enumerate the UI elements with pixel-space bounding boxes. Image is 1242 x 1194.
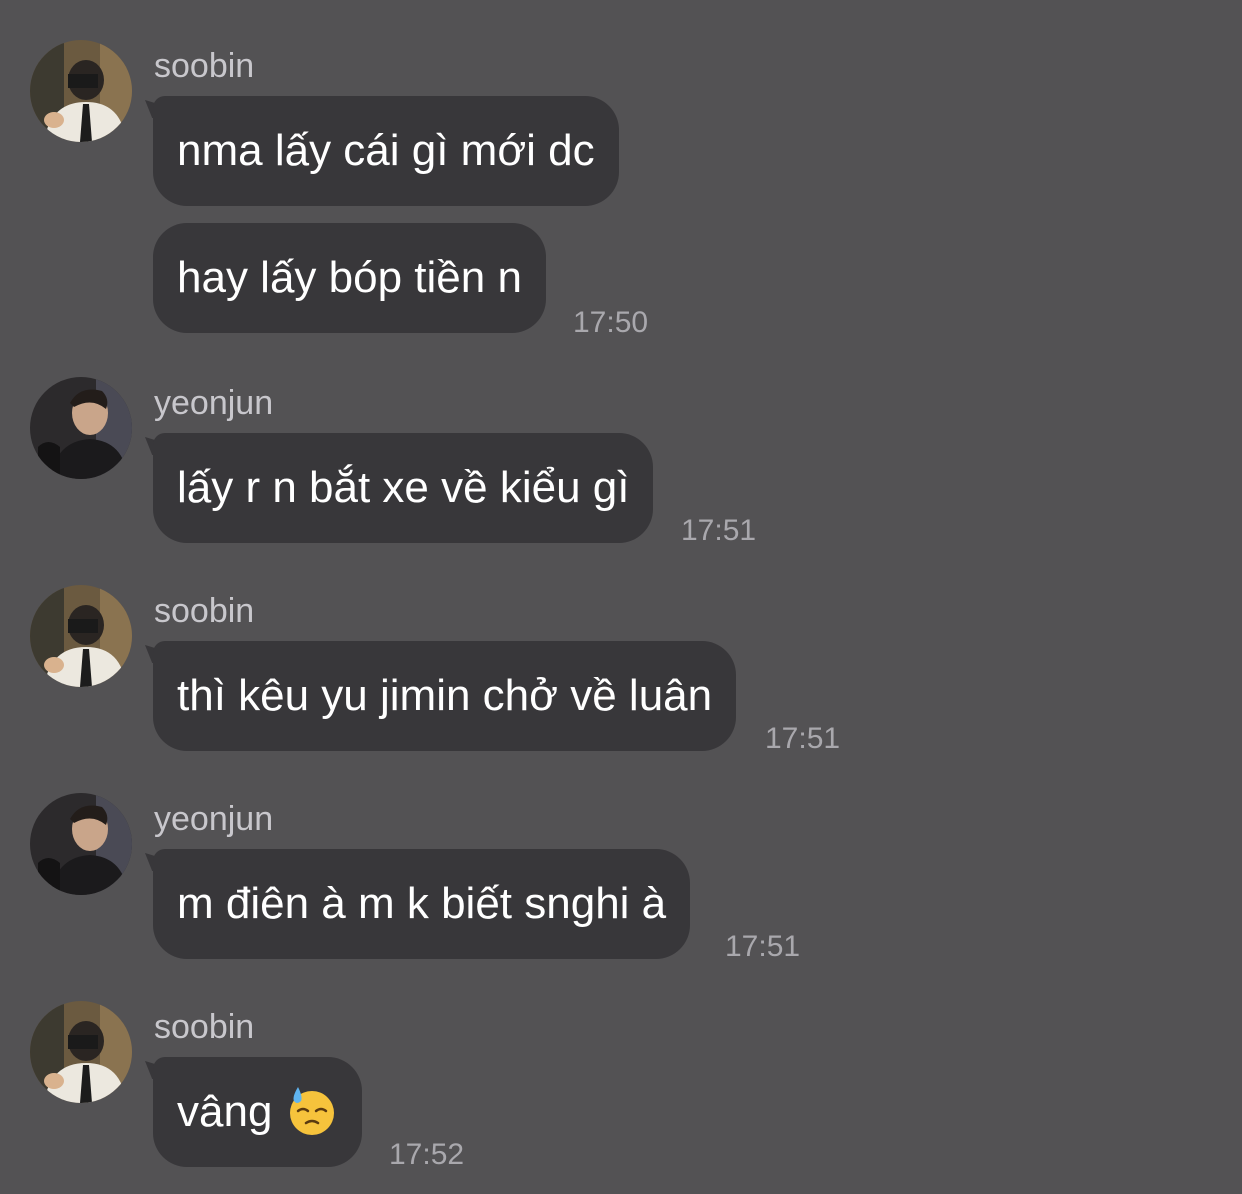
message-time: 17:50 — [573, 306, 649, 339]
sender-name: yeonjun — [154, 384, 274, 422]
avatar-yeonjun[interactable] — [30, 793, 132, 895]
message-bubble[interactable]: m điên à m k biết snghi à — [153, 849, 691, 959]
message-time: 17:51 — [725, 930, 801, 963]
avatar-soobin[interactable] — [30, 1001, 132, 1103]
message-time: 17:52 — [389, 1138, 465, 1171]
message-bubble[interactable]: hay lấy bóp tiền n — [153, 223, 546, 333]
message-time: 17:51 — [765, 722, 841, 755]
avatar-soobin[interactable] — [30, 585, 132, 687]
sender-name: soobin — [154, 592, 255, 630]
downcast-face-with-sweat-emoji — [286, 1085, 338, 1137]
avatar-yeonjun[interactable] — [30, 377, 132, 479]
message-time: 17:51 — [681, 514, 757, 547]
message-bubble[interactable]: nma lấy cái gì mới dc — [153, 96, 619, 206]
message-bubble[interactable]: vâng — [153, 1057, 363, 1167]
sender-name: yeonjun — [154, 800, 274, 838]
sender-name: soobin — [154, 1008, 255, 1046]
message-bubble[interactable]: lấy r n bắt xe về kiểu gì — [153, 433, 654, 543]
avatar-soobin[interactable] — [30, 40, 132, 142]
message-text: vâng — [177, 1087, 273, 1136]
message-bubble[interactable]: thì kêu yu jimin chở về luân — [153, 641, 737, 751]
sender-name: soobin — [154, 47, 255, 85]
